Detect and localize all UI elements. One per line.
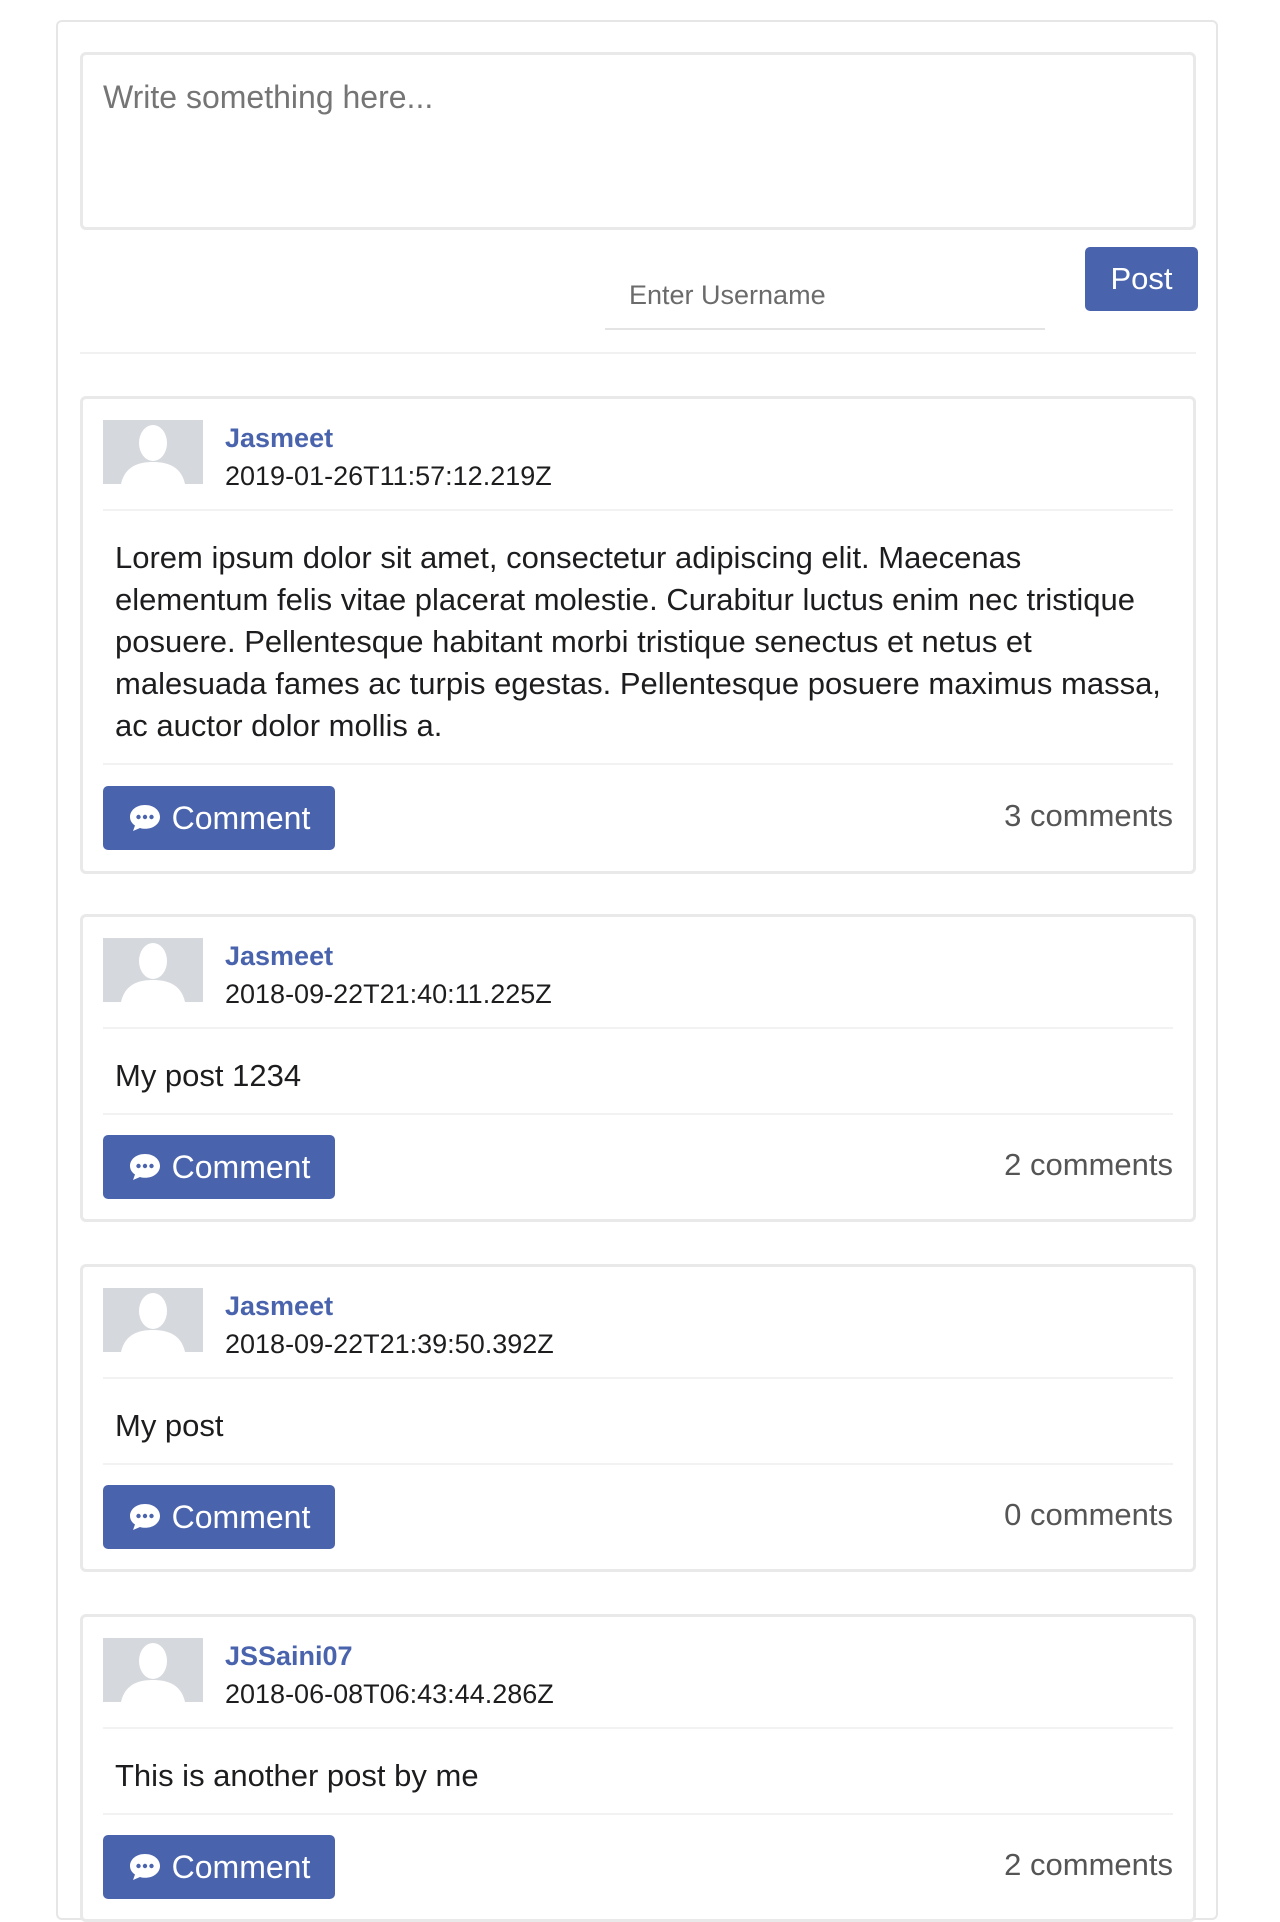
comment-count[interactable]: 0 comments — [1004, 1497, 1173, 1533]
comment-count[interactable]: 3 comments — [1004, 798, 1173, 834]
user-silhouette-icon — [103, 420, 203, 484]
avatar — [103, 938, 203, 1002]
user-silhouette-icon — [103, 1638, 203, 1702]
comment-button[interactable]: Comment — [103, 1485, 335, 1549]
post-header: Jasmeet 2018-09-22T21:39:50.392Z — [103, 1287, 1173, 1379]
comment-button-label: Comment — [171, 799, 311, 836]
comment-button-label: Comment — [171, 1498, 311, 1535]
post-divider — [103, 763, 1173, 765]
comment-button[interactable]: Comment — [103, 1835, 335, 1899]
post-card: JSSaini07 2018-06-08T06:43:44.286Z This … — [80, 1614, 1196, 1922]
post-username[interactable]: JSSaini07 — [225, 1641, 353, 1672]
post-body: Lorem ipsum dolor sit amet, consectetur … — [115, 540, 1161, 743]
feed-container: Post Jasmeet 2019-01-26T11:57:12.219Z Lo… — [56, 20, 1218, 1922]
composer-divider — [80, 352, 1196, 354]
post-body: My post — [115, 1408, 224, 1443]
post-timestamp: 2018-09-22T21:39:50.392Z — [225, 1329, 554, 1359]
comment-button[interactable]: Comment — [103, 786, 335, 850]
chat-bubble-icon — [128, 1152, 162, 1182]
post-header: Jasmeet 2019-01-26T11:57:12.219Z — [103, 419, 1173, 511]
post-timestamp: 2018-09-22T21:40:11.225Z — [225, 979, 552, 1009]
username-field — [605, 262, 1045, 330]
post-composer — [80, 52, 1196, 230]
username-input[interactable] — [605, 262, 1045, 328]
post-body: This is another post by me — [115, 1758, 479, 1793]
comment-count[interactable]: 2 comments — [1004, 1147, 1173, 1183]
comment-button-label: Comment — [171, 1848, 311, 1885]
post-header: Jasmeet 2018-09-22T21:40:11.225Z — [103, 937, 1173, 1029]
chat-bubble-icon — [128, 1852, 162, 1882]
post-textarea[interactable] — [83, 55, 1193, 227]
chat-bubble-icon — [128, 803, 162, 833]
user-silhouette-icon — [103, 938, 203, 1002]
post-divider — [103, 1813, 1173, 1815]
post-header: JSSaini07 2018-06-08T06:43:44.286Z — [103, 1637, 1173, 1729]
post-username[interactable]: Jasmeet — [225, 941, 333, 972]
post-username[interactable]: Jasmeet — [225, 423, 333, 454]
avatar — [103, 420, 203, 484]
comment-button[interactable]: Comment — [103, 1135, 335, 1199]
avatar — [103, 1638, 203, 1702]
post-body: My post 1234 — [115, 1058, 302, 1093]
post-card: Jasmeet 2018-09-22T21:39:50.392Z My post… — [80, 1264, 1196, 1572]
comment-count[interactable]: 2 comments — [1004, 1847, 1173, 1883]
comment-button-label: Comment — [171, 1148, 311, 1185]
post-button[interactable]: Post — [1085, 247, 1198, 311]
post-divider — [103, 1113, 1173, 1115]
post-divider — [103, 1463, 1173, 1465]
post-card: Jasmeet 2019-01-26T11:57:12.219Z Lorem i… — [80, 396, 1196, 874]
avatar — [103, 1288, 203, 1352]
post-timestamp: 2019-01-26T11:57:12.219Z — [225, 461, 552, 491]
chat-bubble-icon — [128, 1502, 162, 1532]
post-card: Jasmeet 2018-09-22T21:40:11.225Z My post… — [80, 914, 1196, 1222]
post-timestamp: 2018-06-08T06:43:44.286Z — [225, 1679, 554, 1709]
user-silhouette-icon — [103, 1288, 203, 1352]
post-username[interactable]: Jasmeet — [225, 1291, 333, 1322]
